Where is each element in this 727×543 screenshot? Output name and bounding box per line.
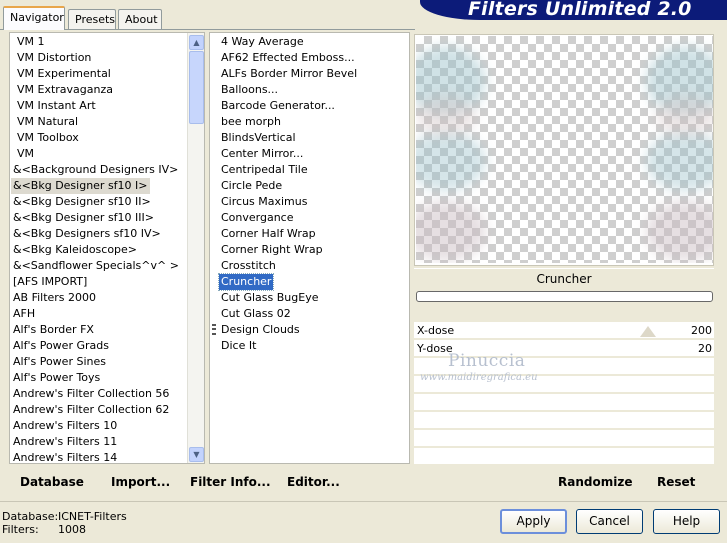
category-item[interactable]: Alf's Power Grads xyxy=(11,338,111,354)
randomize-button[interactable]: Randomize xyxy=(558,474,632,490)
param-x-dose[interactable]: X-dose 200 xyxy=(414,322,714,339)
banner-title: Filters Unlimited 2.0 xyxy=(468,0,692,20)
scroll-thumb[interactable] xyxy=(189,51,204,124)
category-item[interactable]: Andrew's Filter Collection 62 xyxy=(11,402,171,418)
category-item[interactable]: VM Extravaganza xyxy=(15,82,115,98)
category-item[interactable]: Alf's Power Sines xyxy=(11,354,108,370)
tab-about[interactable]: About xyxy=(118,9,162,29)
splitter-grip[interactable] xyxy=(212,324,216,335)
filter-item[interactable]: 4 Way Average xyxy=(219,34,306,50)
category-item[interactable]: VM Distortion xyxy=(15,50,93,66)
progress-bar xyxy=(416,291,713,302)
scroll-down-button[interactable]: ▼ xyxy=(189,447,204,462)
filter-item[interactable]: Corner Right Wrap xyxy=(219,242,325,258)
filter-item[interactable]: ALFs Border Mirror Bevel xyxy=(219,66,359,82)
param-empty-row xyxy=(414,394,714,411)
watermark-url: www.maidiregrafica.eu xyxy=(420,372,538,383)
category-item[interactable]: VM 1 xyxy=(15,34,47,50)
category-item[interactable]: Alf's Power Toys xyxy=(11,370,102,386)
editor-button[interactable]: Editor... xyxy=(287,474,340,490)
param-y-dose-value: 20 xyxy=(698,342,712,355)
category-item[interactable]: Andrew's Filters 14 xyxy=(11,450,119,463)
filter-info-button[interactable]: Filter Info... xyxy=(190,474,271,490)
param-x-dose-slider-marker[interactable] xyxy=(640,326,656,337)
category-item[interactable]: VM Experimental xyxy=(15,66,113,82)
filter-item[interactable]: Centripedal Tile xyxy=(219,162,310,178)
database-info-value: ICNET-Filters xyxy=(58,510,127,523)
category-scrollbar[interactable]: ▲ ▼ xyxy=(187,33,204,463)
filter-item[interactable]: bee morph xyxy=(219,114,283,130)
category-item[interactable]: &<Bkg Kaleidoscope> xyxy=(11,242,139,258)
category-item[interactable]: VM xyxy=(15,146,36,162)
preview-image xyxy=(416,36,713,263)
divider xyxy=(0,501,727,502)
param-empty-row xyxy=(414,448,714,465)
filter-item[interactable]: Circle Pede xyxy=(219,178,284,194)
category-item[interactable]: &<Bkg Designer sf10 II> xyxy=(11,194,153,210)
filter-item[interactable]: Balloons... xyxy=(219,82,280,98)
filters-count-value: 1008 xyxy=(58,523,86,536)
apply-button[interactable]: Apply xyxy=(500,509,567,534)
selected-filter-name: Cruncher xyxy=(414,268,714,288)
param-x-dose-label: X-dose xyxy=(417,324,455,337)
watermark-name: Pinuccia xyxy=(448,351,526,371)
database-button[interactable]: Database xyxy=(20,474,84,490)
filter-item[interactable]: AF62 Effected Emboss... xyxy=(219,50,357,66)
filter-item[interactable]: Convergance xyxy=(219,210,296,226)
cancel-button[interactable]: Cancel xyxy=(576,509,643,534)
category-item[interactable]: &<Bkg Designer sf10 I> xyxy=(11,178,150,194)
category-item[interactable]: &<Bkg Designers sf10 IV> xyxy=(11,226,163,242)
filter-item[interactable]: Barcode Generator... xyxy=(219,98,337,114)
tab-navigator[interactable]: Navigator xyxy=(3,6,65,30)
filter-item[interactable]: Center Mirror... xyxy=(219,146,305,162)
filter-item[interactable]: Circus Maximus xyxy=(219,194,309,210)
param-empty-row xyxy=(414,412,714,429)
filter-item[interactable]: Cruncher xyxy=(217,273,275,291)
help-button[interactable]: Help xyxy=(653,509,720,534)
param-empty-row xyxy=(414,430,714,447)
category-item[interactable]: [AFS IMPORT] xyxy=(11,274,89,290)
category-item[interactable]: AB Filters 2000 xyxy=(11,290,98,306)
filter-item[interactable]: Corner Half Wrap xyxy=(219,226,318,242)
filter-item[interactable]: Cut Glass 02 xyxy=(219,306,293,322)
filter-item[interactable]: Crosstitch xyxy=(219,258,278,274)
filter-list[interactable]: 4 Way Average AF62 Effected Emboss... ALFs… xyxy=(209,32,410,464)
category-item[interactable]: Alf's Border FX xyxy=(11,322,96,338)
tab-presets[interactable]: Presets xyxy=(68,9,116,29)
filter-item[interactable]: BlindsVertical xyxy=(219,130,298,146)
filter-item[interactable]: Design Clouds xyxy=(219,322,302,338)
param-x-dose-value: 200 xyxy=(691,324,712,337)
category-item[interactable]: &<Background Designers IV> xyxy=(11,162,180,178)
import-button[interactable]: Import... xyxy=(111,474,170,490)
category-item[interactable]: VM Toolbox xyxy=(15,130,81,146)
filter-item[interactable]: Cut Glass BugEye xyxy=(219,290,320,306)
category-item[interactable]: VM Instant Art xyxy=(15,98,98,114)
category-item[interactable]: Andrew's Filters 10 xyxy=(11,418,119,434)
title-banner: Filters Unlimited 2.0 xyxy=(420,0,727,20)
category-item[interactable]: &<Bkg Designer sf10 III> xyxy=(11,210,156,226)
category-item[interactable]: &<Sandflower Specials^v^ > xyxy=(11,258,181,274)
reset-button[interactable]: Reset xyxy=(657,474,695,490)
scroll-up-button[interactable]: ▲ xyxy=(189,35,204,50)
category-item[interactable]: Andrew's Filter Collection 56 xyxy=(11,386,171,402)
filter-item[interactable]: Dice It xyxy=(219,338,258,354)
category-list[interactable]: VM 1 VM Distortion VM Experimental VM Extra… xyxy=(9,32,205,464)
category-item[interactable]: Andrew's Filters 11 xyxy=(11,434,119,450)
category-item[interactable]: VM Natural xyxy=(15,114,80,130)
category-item[interactable]: AFH xyxy=(11,306,37,322)
database-info-label: Database: xyxy=(2,510,59,523)
filters-count-label: Filters: xyxy=(2,523,39,536)
